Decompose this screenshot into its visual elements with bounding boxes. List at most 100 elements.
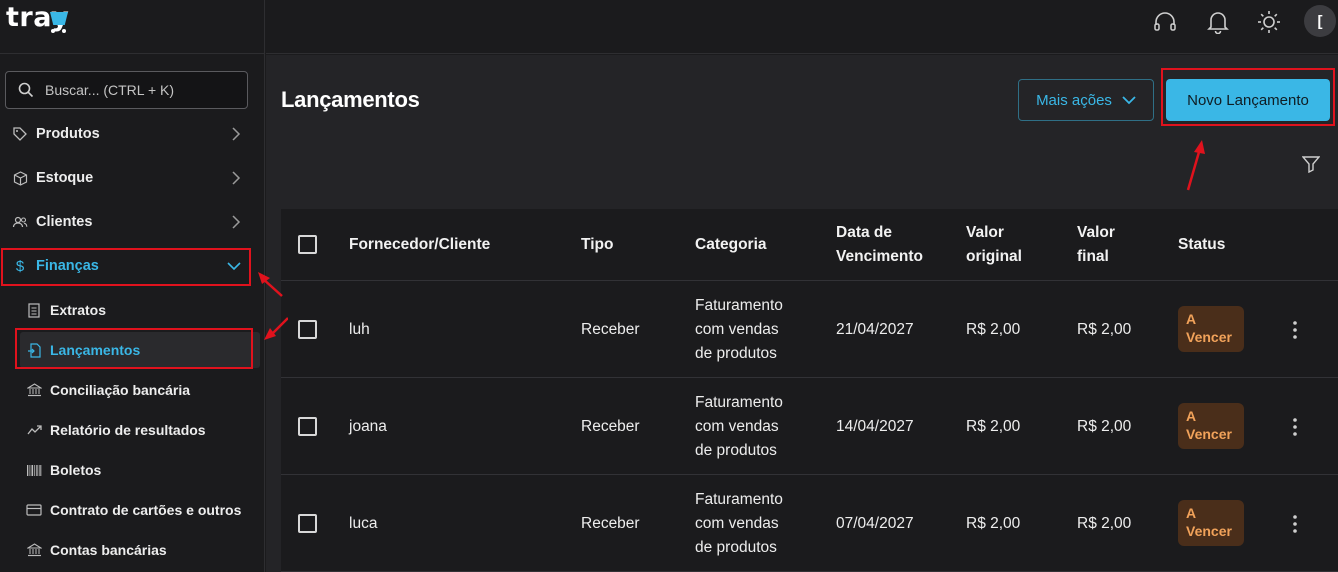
sidebar-item-label: Finanças xyxy=(36,258,99,274)
cell-final-value: R$ 2,00 xyxy=(1077,515,1132,532)
cell-category: Faturamento com vendas de produtos xyxy=(695,391,783,463)
row-menu-icon[interactable] xyxy=(1287,415,1303,439)
sidebar-subitem-contrato[interactable]: Contrato de cartões e outros xyxy=(20,492,260,528)
row-checkbox[interactable] xyxy=(298,320,317,339)
sidebar-subitem-label: Extratos xyxy=(50,302,107,318)
chevron-right-icon xyxy=(232,127,241,141)
header-due-line1: Data de xyxy=(836,224,892,241)
cell-category-line: com vendas xyxy=(695,515,779,532)
status-badge: A Vencer xyxy=(1178,306,1244,352)
cell-category-line: com vendas xyxy=(695,418,779,435)
bank-icon xyxy=(26,382,42,398)
header-final-line2: final xyxy=(1077,248,1109,265)
status-badge-line: A xyxy=(1186,505,1197,521)
cell-original-value: R$ 2,00 xyxy=(966,515,1021,532)
header-orig-line1: Valor xyxy=(966,224,1004,241)
sidebar-subitem-label: Boletos xyxy=(50,462,102,478)
select-all-checkbox[interactable] xyxy=(298,235,317,254)
users-icon xyxy=(12,214,28,230)
sidebar-subitem-label: Lançamentos xyxy=(50,342,141,358)
sidebar-item-produtos[interactable]: Produtos xyxy=(0,114,265,154)
header-type[interactable]: Tipo xyxy=(581,233,613,257)
cell-final-value: R$ 2,00 xyxy=(1077,321,1132,338)
barcode-icon xyxy=(26,462,42,478)
table-row[interactable]: luca Receber Faturamento com vendas de p… xyxy=(281,475,1338,572)
cell-category-line: Faturamento xyxy=(695,297,783,314)
sidebar-subitem-label: Conciliação bancária xyxy=(50,382,191,398)
table-header: Fornecedor/Cliente Tipo Categoria Data d… xyxy=(281,209,1338,281)
cell-category: Faturamento com vendas de produtos xyxy=(695,294,783,366)
chevron-right-icon xyxy=(232,215,241,229)
dollar-icon: $ xyxy=(15,257,25,275)
chevron-right-icon xyxy=(232,171,241,185)
main-content: Lançamentos Mais ações Novo Lançamento F… xyxy=(266,55,1338,572)
cell-category-line: de produtos xyxy=(695,539,777,556)
cell-due-date: 21/04/2027 xyxy=(836,321,914,338)
sidebar-item-label: Estoque xyxy=(36,170,94,186)
sidebar-subitem-label: Contrato de cartões e outros xyxy=(50,502,242,518)
sidebar-subitem-label: Contas bancárias xyxy=(50,542,167,558)
header-final-line1: Valor xyxy=(1077,224,1115,241)
header-final-value[interactable]: Valor final xyxy=(1077,221,1115,269)
cell-final-value: R$ 2,00 xyxy=(1077,418,1132,435)
cell-type: Receber xyxy=(581,418,640,435)
row-menu-icon[interactable] xyxy=(1287,512,1303,536)
header-status[interactable]: Status xyxy=(1178,233,1225,257)
cell-category-line: de produtos xyxy=(695,345,777,362)
sidebar-subitem-lancamentos[interactable]: Lançamentos xyxy=(20,332,260,368)
header-original-value[interactable]: Valor original xyxy=(966,221,1022,269)
cell-category-line: Faturamento xyxy=(695,394,783,411)
tag-icon xyxy=(12,126,28,142)
box-icon xyxy=(12,170,28,186)
sidebar-subitem-conciliacao[interactable]: Conciliação bancária xyxy=(20,372,260,408)
cell-category-line: de produtos xyxy=(695,442,777,459)
chevron-down-icon xyxy=(1122,95,1136,104)
search-icon xyxy=(18,82,34,98)
cell-category-line: Faturamento xyxy=(695,491,783,508)
status-badge-line: A xyxy=(1186,408,1197,424)
sidebar: tray Produtos Estoque Clientes $ Finança… xyxy=(0,0,265,572)
bell-icon[interactable] xyxy=(1205,9,1231,35)
header-category[interactable]: Categoria xyxy=(695,233,767,257)
cell-supplier: joana xyxy=(349,418,387,435)
row-checkbox[interactable] xyxy=(298,417,317,436)
header-supplier[interactable]: Fornecedor/Cliente xyxy=(349,233,490,257)
headset-icon[interactable] xyxy=(1152,9,1178,35)
cart-wheel-icon xyxy=(62,29,66,33)
cell-original-value: R$ 2,00 xyxy=(966,321,1021,338)
status-badge-line: Vencer xyxy=(1186,523,1232,539)
status-badge-line: A xyxy=(1186,311,1197,327)
search-input[interactable] xyxy=(45,82,235,98)
table-row[interactable]: joana Receber Faturamento com vendas de … xyxy=(281,378,1338,475)
sidebar-item-estoque[interactable]: Estoque xyxy=(0,158,265,198)
top-bar: [ xyxy=(266,0,1338,54)
sidebar-item-financas[interactable]: $ Finanças xyxy=(0,246,265,286)
header-due-date[interactable]: Data de Vencimento xyxy=(836,221,923,269)
cell-due-date: 07/04/2027 xyxy=(836,515,914,532)
new-entry-button[interactable]: Novo Lançamento xyxy=(1166,79,1330,121)
trend-icon xyxy=(26,422,42,438)
cell-category-line: com vendas xyxy=(695,321,779,338)
sidebar-item-label: Produtos xyxy=(36,126,100,142)
sidebar-subitem-contas-bancarias[interactable]: Contas bancárias xyxy=(20,532,260,568)
status-badge-line: Vencer xyxy=(1186,329,1232,345)
cell-category: Faturamento com vendas de produtos xyxy=(695,488,783,560)
header-orig-line2: original xyxy=(966,248,1022,265)
more-actions-button[interactable]: Mais ações xyxy=(1018,79,1154,121)
filter-icon[interactable] xyxy=(1302,155,1320,173)
table-row[interactable]: luh Receber Faturamento com vendas de pr… xyxy=(281,281,1338,378)
sidebar-subitem-relatorio[interactable]: Relatório de resultados xyxy=(20,412,260,448)
entry-icon xyxy=(26,342,42,358)
cell-type: Receber xyxy=(581,321,640,338)
more-actions-label: Mais ações xyxy=(1036,91,1112,109)
search-box[interactable] xyxy=(5,71,248,109)
sidebar-subitem-extratos[interactable]: Extratos xyxy=(20,292,260,328)
row-checkbox[interactable] xyxy=(298,514,317,533)
sun-icon[interactable] xyxy=(1256,9,1282,35)
row-menu-icon[interactable] xyxy=(1287,318,1303,342)
sidebar-subitem-boletos[interactable]: Boletos xyxy=(20,452,260,488)
sidebar-item-clientes[interactable]: Clientes xyxy=(0,202,265,242)
logo-area: tray xyxy=(0,0,264,54)
avatar[interactable]: [ xyxy=(1304,5,1336,37)
cell-original-value: R$ 2,00 xyxy=(966,418,1021,435)
